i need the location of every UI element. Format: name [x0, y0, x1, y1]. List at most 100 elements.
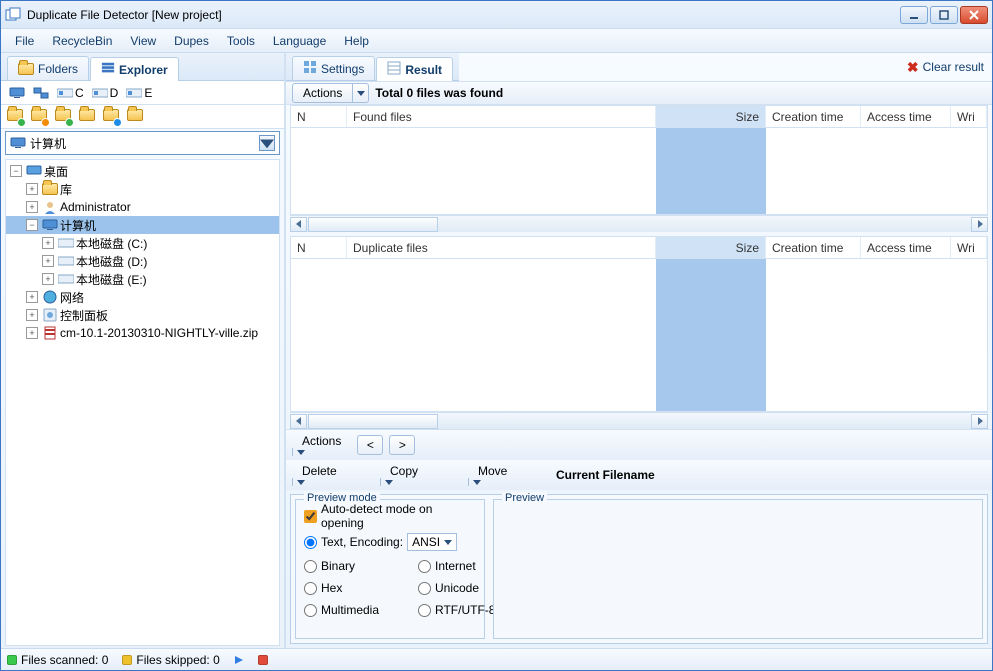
drive-network-icon[interactable] — [31, 86, 51, 100]
col2-atime[interactable]: Access time — [861, 237, 951, 258]
menu-help[interactable]: Help — [336, 32, 377, 50]
titlebar: Duplicate File Detector [New project] — [1, 1, 992, 29]
radio-multimedia[interactable]: Multimedia — [304, 600, 414, 620]
col-found-files[interactable]: Found files — [347, 106, 656, 127]
clear-result-button[interactable]: ✖ Clear result — [907, 59, 984, 76]
menubar: File RecycleBin View Dupes Tools Languag… — [1, 29, 992, 53]
menu-tools[interactable]: Tools — [219, 32, 263, 50]
autodetect-checkbox[interactable]: Auto-detect mode on opening — [304, 506, 476, 526]
menu-file[interactable]: File — [7, 32, 42, 50]
status-skipped: Files skipped: 0 — [122, 653, 219, 667]
tree-control-panel[interactable]: +控制面板 — [6, 306, 279, 324]
col-wri[interactable]: Wri — [951, 106, 987, 127]
tab-result[interactable]: Result — [376, 57, 453, 81]
path-combo[interactable]: 计算机 — [5, 131, 280, 155]
tab-explorer[interactable]: Explorer — [90, 57, 179, 81]
col2-duplicate-files[interactable]: Duplicate files — [347, 237, 656, 258]
window-title: Duplicate File Detector [New project] — [27, 8, 222, 22]
tree-drive-e[interactable]: +本地磁盘 (E:) — [6, 270, 279, 288]
status-scanned: Files scanned: 0 — [7, 653, 108, 667]
prev-button[interactable]: < — [357, 435, 383, 455]
actions-dropdown-top[interactable]: Actions — [292, 83, 369, 103]
explorer-icon — [101, 61, 115, 78]
actions-row-nav: Actions < > — [286, 429, 992, 460]
found-files-header: N Found files Size Creation time Access … — [291, 106, 987, 128]
col-ctime[interactable]: Creation time — [766, 106, 861, 127]
radio-hex[interactable]: Hex — [304, 578, 414, 598]
path-combo-dropdown[interactable] — [259, 135, 275, 151]
statusbar: Files scanned: 0 Files skipped: 0 — [1, 648, 992, 670]
scroll2-thumb[interactable] — [308, 414, 438, 429]
scroll2-right-icon[interactable] — [971, 414, 988, 429]
tab-settings[interactable]: Settings — [292, 56, 375, 80]
radio-text[interactable]: Text, Encoding: — [304, 535, 403, 549]
status-play[interactable] — [234, 655, 244, 665]
play-icon — [234, 655, 244, 665]
folder-action-new-icon[interactable] — [7, 109, 23, 124]
tree-zip-file[interactable]: +cm-10.1-20130310-NIGHTLY-ville.zip — [6, 324, 279, 342]
drive-e[interactable]: E — [124, 85, 154, 101]
scroll2-left-icon[interactable] — [290, 414, 307, 429]
scroll-left-icon[interactable] — [290, 217, 307, 232]
menu-dupes[interactable]: Dupes — [166, 32, 217, 50]
menu-recyclebin[interactable]: RecycleBin — [44, 32, 120, 50]
col2-n[interactable]: N — [291, 237, 347, 258]
found-files-grid[interactable]: N Found files Size Creation time Access … — [290, 105, 988, 215]
tree-drive-d[interactable]: +本地磁盘 (D:) — [6, 252, 279, 270]
scroll-right-icon[interactable] — [971, 217, 988, 232]
actions-dropdown-mid[interactable]: Actions — [292, 434, 351, 456]
folder-tree[interactable]: −桌面 +库 +Administrator −计算机 +本地磁盘 (C:) +本… — [5, 159, 280, 646]
tree-desktop[interactable]: −桌面 — [6, 162, 279, 180]
drive-c[interactable]: C — [55, 85, 86, 101]
col-n[interactable]: N — [291, 106, 347, 127]
clear-icon: ✖ — [907, 59, 919, 76]
result-icon — [387, 61, 401, 78]
col2-wri[interactable]: Wri — [951, 237, 987, 258]
preview-mode-fieldset: Preview mode Auto-detect mode on opening… — [295, 499, 485, 639]
maximize-button[interactable] — [930, 6, 958, 24]
menu-language[interactable]: Language — [265, 32, 334, 50]
folder-action-refresh-icon[interactable] — [55, 109, 71, 124]
actions-row-file: Delete Copy Move Current Filename — [286, 460, 992, 490]
move-dropdown[interactable]: Move — [468, 464, 550, 486]
next-button[interactable]: > — [389, 435, 415, 455]
col2-size[interactable]: Size — [656, 237, 766, 258]
results-toolbar: Actions Total 0 files was found — [286, 81, 992, 105]
drive-desktop-icon[interactable] — [7, 86, 27, 100]
duplicate-files-scrollbar[interactable] — [290, 412, 988, 429]
left-tabs: Folders Explorer — [1, 53, 284, 81]
folder-action-props-icon[interactable] — [103, 109, 119, 124]
app-icon — [5, 7, 21, 23]
encoding-select[interactable]: ANSI — [407, 533, 457, 551]
settings-icon — [303, 60, 317, 77]
folder-action-generic-icon[interactable] — [127, 109, 143, 124]
status-stop[interactable] — [258, 655, 268, 665]
col2-ctime[interactable]: Creation time — [766, 237, 861, 258]
folder-action-add-icon[interactable] — [31, 109, 47, 124]
tab-folders[interactable]: Folders — [7, 56, 89, 80]
computer-icon — [10, 137, 26, 149]
found-files-scrollbar[interactable] — [290, 215, 988, 232]
tree-drive-c[interactable]: +本地磁盘 (C:) — [6, 234, 279, 252]
drive-strip: C D E — [1, 81, 284, 105]
col-atime[interactable]: Access time — [861, 106, 951, 127]
path-combo-value: 计算机 — [30, 135, 66, 152]
folder-action-open-icon[interactable] — [79, 109, 95, 124]
scroll-thumb[interactable] — [308, 217, 438, 232]
duplicate-files-grid[interactable]: N Duplicate files Size Creation time Acc… — [290, 236, 988, 412]
menu-view[interactable]: View — [122, 32, 164, 50]
close-button[interactable] — [960, 6, 988, 24]
radio-binary[interactable]: Binary — [304, 556, 414, 576]
preview-fieldset: Preview — [493, 499, 983, 639]
delete-dropdown[interactable]: Delete — [292, 464, 374, 486]
minimize-button[interactable] — [900, 6, 928, 24]
tree-computer[interactable]: −计算机 — [6, 216, 279, 234]
led-yellow-icon — [122, 655, 132, 665]
tree-administrator[interactable]: +Administrator — [6, 198, 279, 216]
copy-dropdown[interactable]: Copy — [380, 464, 462, 486]
drive-d[interactable]: D — [90, 85, 121, 101]
tree-library[interactable]: +库 — [6, 180, 279, 198]
tree-network[interactable]: +网络 — [6, 288, 279, 306]
col-size[interactable]: Size — [656, 106, 766, 127]
tab-folders-label: Folders — [38, 62, 78, 76]
